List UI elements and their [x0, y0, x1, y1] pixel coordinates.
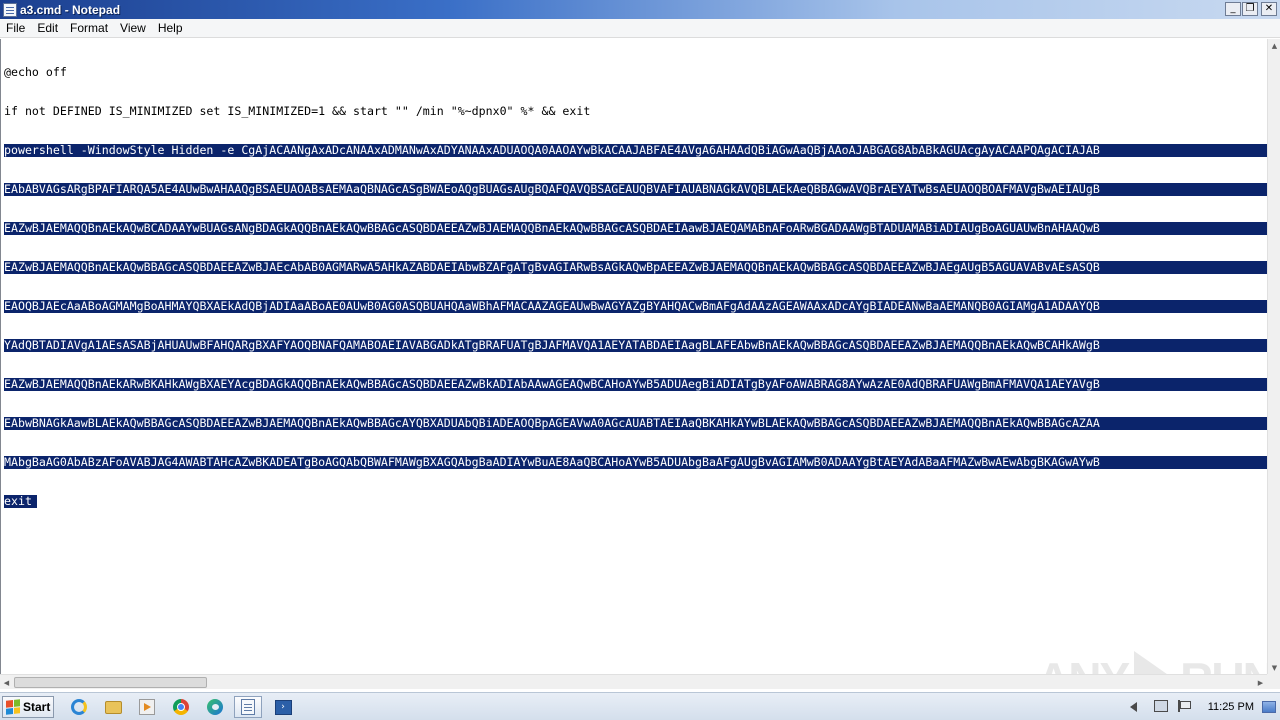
play-logo-icon: [1134, 651, 1175, 674]
show-desktop-icon[interactable]: [1262, 701, 1276, 713]
selected-line: EAZwBJAEMAQQBnAEkAQwBCADAAYwBUAGsANgBDAG…: [4, 222, 1267, 235]
scroll-down-icon[interactable]: ▼: [1268, 661, 1280, 674]
window-title: a3.cmd - Notepad: [20, 2, 121, 17]
title-bar[interactable]: a3.cmd - Notepad _ ❐ ✕: [0, 0, 1280, 19]
watermark-any: ANY: [1037, 652, 1130, 674]
network-icon[interactable]: [1153, 700, 1170, 714]
menu-edit[interactable]: Edit: [31, 19, 64, 38]
start-button[interactable]: Start: [2, 696, 54, 718]
text-editor[interactable]: @echo off if not DEFINED IS_MINIMIZED se…: [0, 39, 1267, 674]
notepad-app-icon[interactable]: [3, 2, 17, 17]
taskbar-explorer-icon[interactable]: [103, 698, 123, 716]
selected-line: EAZwBJAEMAQQBnAEkARwBKAHkAWgBXAEYAcgBDAG…: [4, 378, 1267, 391]
system-tray: 11:25 PM: [1126, 693, 1280, 720]
scroll-up-icon[interactable]: ▲: [1268, 39, 1280, 52]
selected-line: EAOQBJAEcAaABoAGMAMgBoAHMAYQBXAEkAdQBjAD…: [4, 300, 1267, 313]
minimize-button[interactable]: _: [1225, 2, 1241, 16]
scroll-right-icon[interactable]: ▶: [1254, 676, 1267, 689]
anyrun-watermark: ANY RUN: [1037, 651, 1267, 674]
taskbar: Start › 11:25 PM: [0, 692, 1280, 720]
vertical-scrollbar[interactable]: ▲ ▼: [1267, 39, 1280, 674]
selected-line: MAbgBaAG0AbABzAFoAVABJAG4AWABTAHcAZwBKAD…: [4, 456, 1267, 469]
editor-line: @echo off: [4, 65, 67, 79]
selected-line: YAdQBTADIAVgA1AEsASABjAHUAUwBFAHQARgBXAF…: [4, 339, 1267, 352]
selected-line: EAbwBNAGkAawBLAEkAQwBBAGcASQBDAEEAZwBJAE…: [4, 417, 1267, 430]
start-label: Start: [23, 700, 51, 714]
menu-bar: File Edit Format View Help: [0, 19, 1280, 38]
taskbar-clock[interactable]: 11:25 PM: [1208, 701, 1254, 713]
taskbar-edge-icon[interactable]: [205, 698, 225, 716]
horizontal-scrollbar[interactable]: ◀ ▶: [0, 674, 1267, 689]
window-controls: _ ❐ ✕: [1225, 2, 1277, 16]
close-button[interactable]: ✕: [1261, 2, 1277, 16]
menu-file[interactable]: File: [0, 19, 31, 38]
taskbar-ie-icon[interactable]: [69, 698, 89, 716]
selected-line: EAbABVAGsARgBPAFIARQA5AE4AUwBwAHAAQgBSAE…: [4, 183, 1267, 196]
selected-line-exit: exit: [4, 495, 37, 508]
windows-logo-icon: [6, 699, 20, 715]
menu-format[interactable]: Format: [64, 19, 114, 38]
editor-line: if not DEFINED IS_MINIMIZED set IS_MINIM…: [4, 104, 591, 118]
horizontal-scroll-thumb[interactable]: [14, 677, 207, 688]
menu-view[interactable]: View: [114, 19, 152, 38]
taskbar-notepad-icon[interactable]: [234, 696, 262, 718]
scrollbar-corner: [1267, 674, 1280, 689]
action-center-flag-icon[interactable]: [1177, 700, 1194, 714]
speaker-icon[interactable]: [1129, 700, 1146, 714]
selected-line: EAZwBJAEMAQQBnAEkAQwBBAGcASQBDAEEAZwBJAE…: [4, 261, 1267, 274]
taskbar-media-player-icon[interactable]: [137, 698, 157, 716]
selected-line: powershell -WindowStyle Hidden -e CgAjAC…: [4, 144, 1267, 157]
editor-content[interactable]: @echo off if not DEFINED IS_MINIMIZED se…: [4, 40, 1267, 534]
taskbar-powershell-icon[interactable]: ›: [273, 698, 293, 716]
watermark-run: RUN: [1180, 652, 1267, 674]
maximize-button[interactable]: ❐: [1242, 2, 1258, 16]
scroll-left-icon[interactable]: ◀: [0, 676, 13, 689]
taskbar-chrome-icon[interactable]: [171, 698, 191, 716]
menu-help[interactable]: Help: [152, 19, 189, 38]
